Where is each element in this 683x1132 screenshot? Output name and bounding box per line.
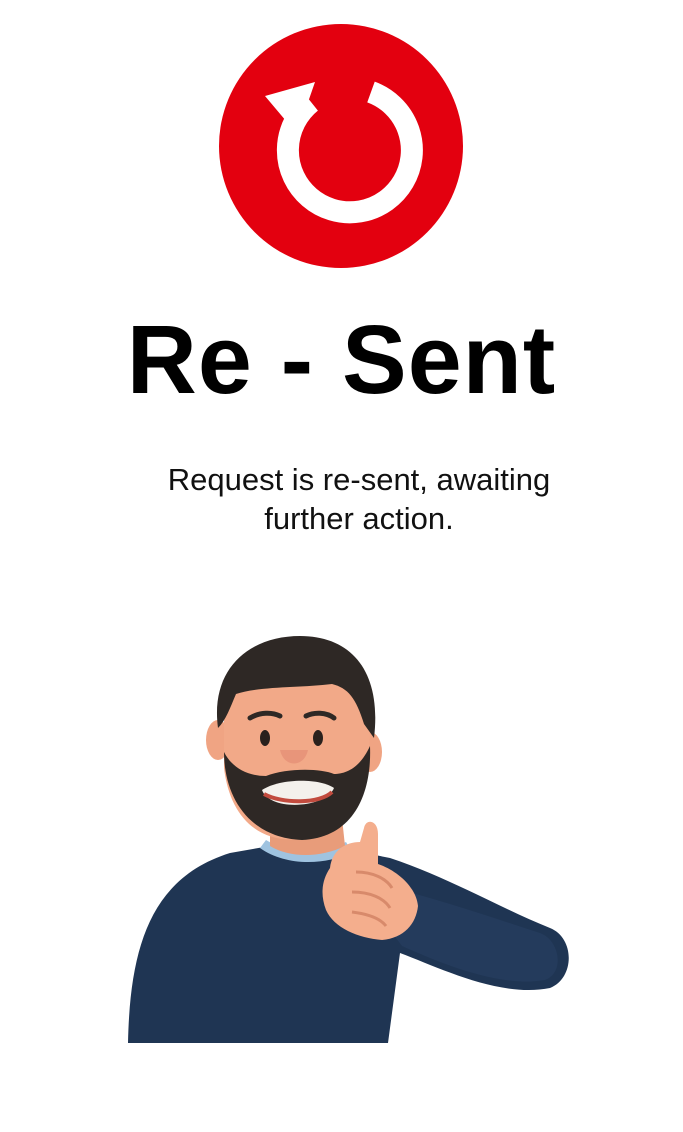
refresh-icon bbox=[219, 24, 463, 268]
status-title: Re - Sent bbox=[126, 305, 557, 414]
status-message: Request is re-sent, awaiting further act… bbox=[167, 462, 551, 536]
man-thumbs-up-illustration bbox=[120, 628, 580, 1048]
